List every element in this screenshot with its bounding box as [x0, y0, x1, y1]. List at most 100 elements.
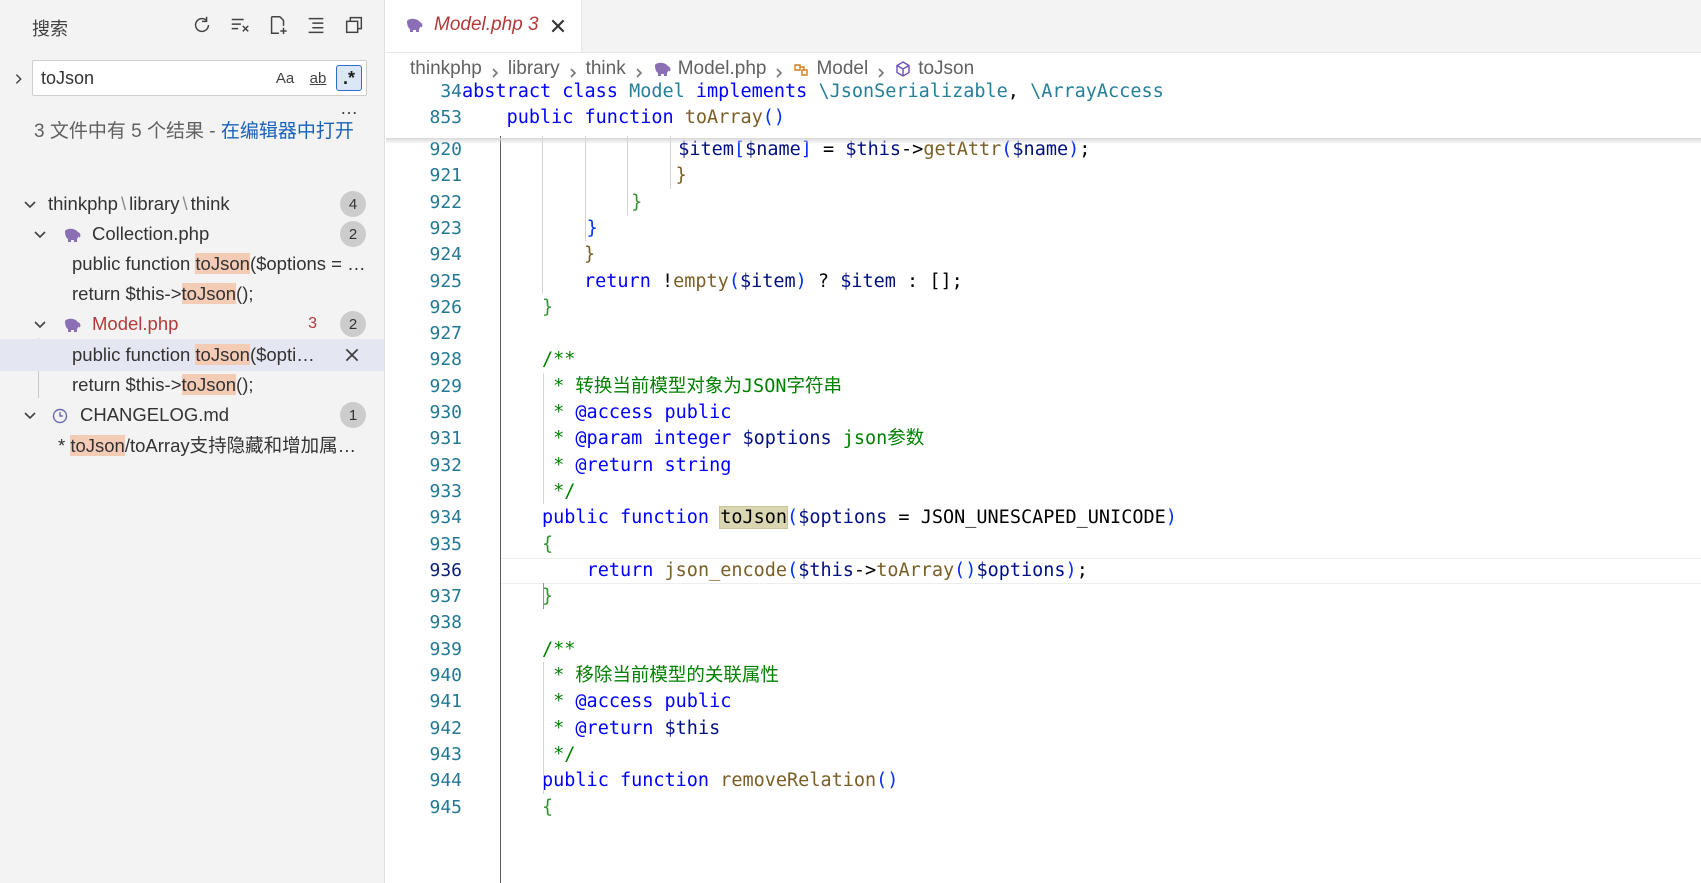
match-row-selected[interactable]: public function toJson($opti… — [0, 339, 384, 371]
open-in-editor-link[interactable]: 在编辑器中打开 — [221, 121, 354, 142]
match-text: public function toJson($opti… — [72, 344, 315, 366]
code-line[interactable]: 938 — [386, 609, 1701, 637]
code-token: $item — [739, 270, 796, 292]
code-line[interactable]: 930 * @access public — [386, 399, 1701, 427]
breadcrumb-item[interactable]: thinkphp — [410, 58, 482, 80]
code-line[interactable]: 929 * 转换当前模型对象为JSON字符串 — [386, 373, 1701, 401]
chevron-down-icon[interactable] — [32, 226, 48, 242]
chevron-down-icon[interactable] — [22, 407, 38, 423]
line-number: 924 — [429, 244, 462, 266]
match-text: public function toJson($options = … — [72, 253, 366, 275]
breadcrumb-item[interactable]: Model — [816, 58, 868, 80]
code-text: * @return string — [542, 452, 731, 480]
line-number: 929 — [429, 375, 462, 397]
code-token: \ArrayAccess — [1030, 81, 1164, 102]
code-line[interactable]: 928 /** — [386, 346, 1701, 374]
line-number: 853 — [429, 107, 462, 129]
whole-word-toggle[interactable]: ab — [303, 65, 333, 91]
code-line[interactable]: 922 } — [386, 189, 1701, 217]
code-token: * — [542, 717, 576, 739]
file-name: Collection.php — [92, 223, 210, 244]
refresh-icon[interactable] — [189, 12, 215, 38]
count-badge: 2 — [340, 311, 366, 337]
code-line[interactable]: 34 abstract class Model implements \JsonS… — [386, 78, 1701, 106]
code-line[interactable]: 921 } — [386, 162, 1701, 190]
code-text: * 转换当前模型对象为JSON字符串 — [542, 373, 842, 401]
code-line[interactable]: 853 public function toArray() — [386, 104, 1701, 132]
breadcrumb-item[interactable]: think — [586, 58, 626, 80]
code-token: { — [542, 796, 554, 818]
chevron-down-icon[interactable] — [32, 316, 48, 332]
toggle-replace-chevron-icon[interactable] — [8, 68, 30, 90]
file-row-changelog[interactable]: CHANGELOG.md 1 — [0, 399, 384, 431]
code-token: } — [586, 217, 598, 239]
search-input[interactable] — [41, 67, 261, 89]
view-as-tree-icon[interactable] — [341, 12, 367, 38]
file-row-collection[interactable]: Collection.php 2 — [0, 218, 384, 250]
new-search-editor-icon[interactable] — [265, 12, 291, 38]
code-line[interactable]: 935 { — [386, 531, 1701, 559]
indent-guide — [542, 136, 543, 294]
close-icon[interactable] — [548, 16, 568, 36]
code-token: @return — [575, 717, 654, 739]
match-row[interactable]: * toJson/toArray支持隐藏和增加属… — [0, 429, 384, 461]
code-token: ( — [787, 507, 799, 529]
code-line[interactable]: 933 */ — [386, 478, 1701, 506]
code-line[interactable]: 944 public function removeRelation() — [386, 767, 1701, 795]
match-row[interactable]: return $this->toJson(); — [0, 369, 384, 401]
indent-guide — [585, 136, 586, 242]
folder-row[interactable]: thinkphp \ library \ think 4 — [0, 188, 384, 220]
match-row[interactable]: return $this->toJson(); — [0, 278, 384, 310]
breadcrumb-item[interactable]: library — [508, 58, 560, 80]
chevron-right-icon — [633, 63, 645, 78]
line-number: 943 — [429, 743, 462, 765]
code-token: function — [619, 507, 721, 529]
breadcrumb-item[interactable]: Model.php — [678, 58, 767, 80]
code-line[interactable]: 931 * @param integer $options json参数 — [386, 425, 1701, 453]
tab-model-php[interactable]: Model.php 3 — [386, 0, 582, 52]
match-highlight: toJson — [195, 344, 250, 365]
line-number: 931 — [429, 428, 462, 450]
code-line[interactable]: 941 * @access public — [386, 688, 1701, 716]
folder-path: thinkphp \ library \ think — [48, 193, 230, 215]
code-text: } — [584, 241, 595, 269]
match-case-toggle[interactable]: Aa — [271, 65, 299, 91]
code-line[interactable]: 939 /** — [386, 636, 1701, 664]
code-line[interactable]: 925 return !empty($item) ? $item : []; — [386, 268, 1701, 296]
code-line[interactable]: 923 } — [386, 215, 1701, 243]
match-before: public function — [72, 253, 196, 274]
code-line[interactable]: 942 * @return $this — [386, 715, 1701, 743]
code-line[interactable]: 926} — [386, 294, 1701, 322]
code-line[interactable]: 932 * @return string — [386, 452, 1701, 480]
code-token: */ — [542, 480, 576, 502]
chevron-down-icon[interactable] — [22, 196, 38, 212]
collapse-all-icon[interactable] — [303, 12, 329, 38]
code-line[interactable]: 937} — [386, 583, 1701, 611]
code-line[interactable]: 945 { — [386, 794, 1701, 822]
match-row[interactable]: public function toJson($options = … — [0, 248, 384, 280]
code-line[interactable]: 936 return json_encode($this->toArray()$… — [386, 557, 1701, 585]
file-row-model[interactable]: Model.php 3 2 — [0, 308, 384, 340]
count-badge: 1 — [340, 402, 366, 428]
code-line[interactable]: 940 * 移除当前模型的关联属性 — [386, 662, 1701, 690]
indent-guide — [543, 372, 544, 505]
line-number: 928 — [429, 349, 462, 371]
clock-icon — [52, 407, 72, 424]
code-text: /** — [542, 346, 575, 374]
breadcrumb-item[interactable]: toJson — [918, 58, 974, 80]
clear-results-icon[interactable] — [227, 12, 253, 38]
code-line[interactable]: 927 — [386, 320, 1701, 348]
code-line[interactable]: 943 */ — [386, 741, 1701, 769]
regex-toggle[interactable]: .* — [336, 65, 362, 91]
dismiss-result-icon[interactable] — [343, 346, 361, 364]
code-token: $options — [798, 507, 888, 529]
code-token: } — [631, 191, 643, 213]
more-options-icon[interactable]: … — [340, 98, 359, 119]
code-line[interactable]: 934 public function toJson($options = JSO… — [386, 504, 1701, 532]
line-number: 938 — [429, 612, 462, 634]
match-after: (); — [236, 374, 254, 395]
folder-part: thinkphp — [48, 193, 118, 214]
code-line[interactable]: 924} — [386, 241, 1701, 269]
